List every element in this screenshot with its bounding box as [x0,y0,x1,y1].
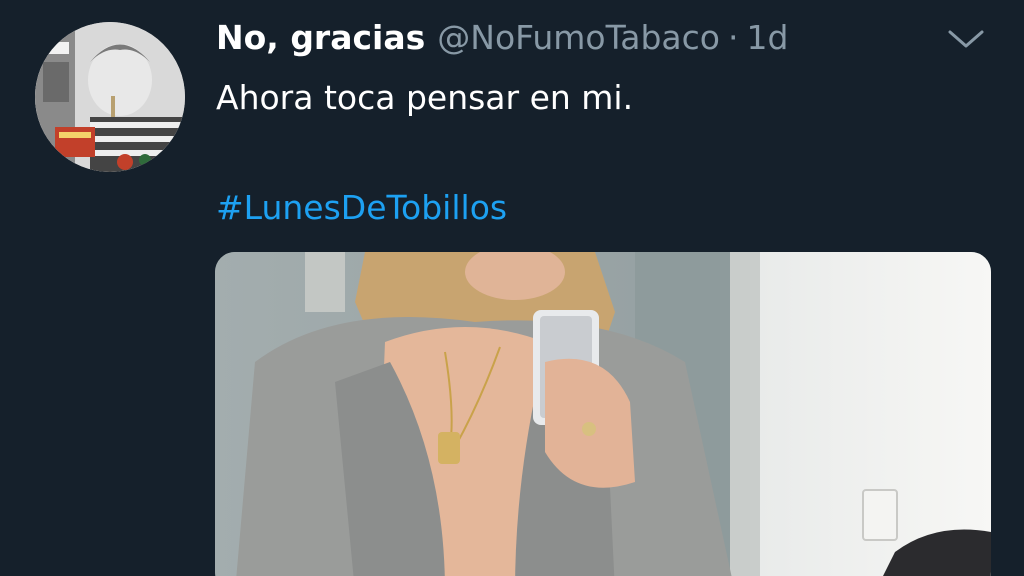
separator: · [728,18,739,57]
tweet: No, gracias @NoFumoTabaco · 1d Ahora toc… [0,0,1024,576]
timestamp[interactable]: 1d [747,18,789,57]
user-handle[interactable]: @NoFumoTabaco [437,18,720,57]
tweet-text: Ahora toca pensar en mi. [216,78,634,117]
tweet-media-image[interactable] [215,252,991,576]
hashtag-link[interactable]: #LunesDeTobillos [216,188,507,227]
chevron-down-icon[interactable] [946,24,986,56]
tweet-header: No, gracias @NoFumoTabaco · 1d [216,18,788,62]
avatar[interactable] [35,22,185,172]
display-name[interactable]: No, gracias [216,18,425,57]
